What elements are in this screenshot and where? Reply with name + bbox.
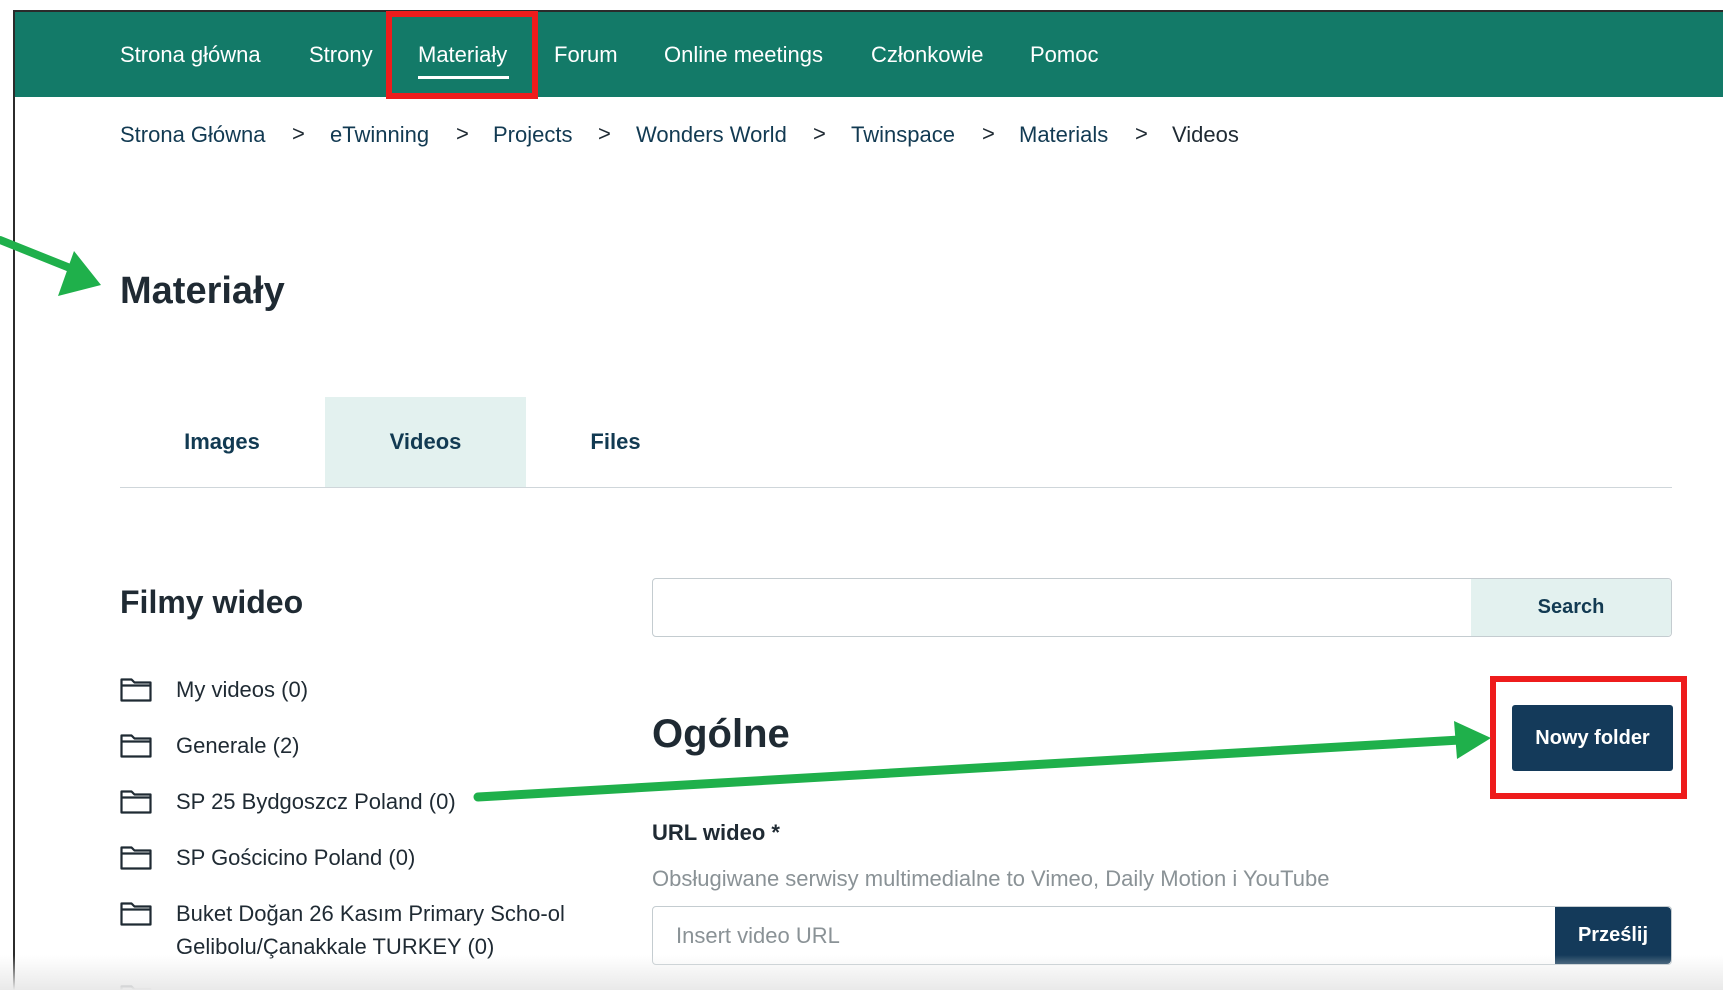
breadcrumb-projects[interactable]: Projects — [493, 122, 572, 148]
folder-label: SP Gościcino Poland (0) — [176, 845, 416, 870]
tab-images[interactable]: Images — [120, 397, 324, 487]
breadcrumb-current-videos: Videos — [1172, 122, 1239, 147]
highlight-box-new-folder — [1490, 676, 1687, 799]
folder-icon — [120, 846, 152, 870]
nav-item-help[interactable]: Pomoc — [1030, 12, 1098, 97]
folder-icon — [120, 678, 152, 702]
folder-icon — [120, 902, 152, 926]
sidebar-title: Filmy wideo — [120, 584, 304, 620]
nav-item-home[interactable]: Strona główna — [120, 12, 261, 97]
folder-icon — [120, 790, 152, 814]
breadcrumb-wonders-world[interactable]: Wonders World — [636, 122, 787, 148]
folder-icon — [120, 734, 152, 758]
breadcrumb-materials[interactable]: Materials — [1019, 122, 1108, 148]
highlight-box-materials-nav — [386, 11, 538, 99]
nav-item-members[interactable]: Członkowie — [871, 12, 984, 97]
video-url-label: URL wideo * — [652, 820, 780, 845]
chevron-right-icon: > — [598, 121, 611, 146]
nav-item-pages[interactable]: Strony — [309, 12, 373, 97]
folder-label: Buket Doğan 26 Kasım Primary Scho-ol Gel… — [176, 901, 565, 959]
section-title: Ogólne — [652, 712, 790, 756]
folder-label: SP 25 Bydgoszcz Poland (0) — [176, 789, 456, 814]
breadcrumb-home[interactable]: Strona Główna — [120, 122, 266, 148]
tab-videos[interactable]: Videos — [325, 397, 526, 487]
chevron-right-icon: > — [813, 121, 826, 146]
chevron-right-icon: > — [292, 121, 305, 146]
top-navigation-bar: Strona główna Strony Materiały Forum Onl… — [15, 12, 1723, 97]
breadcrumb-twinspace[interactable]: Twinspace — [851, 122, 955, 148]
search-button[interactable]: Search — [1471, 579, 1671, 636]
tab-files[interactable]: Files — [527, 397, 704, 487]
bottom-edge-shadow — [0, 955, 1723, 990]
nav-item-forum[interactable]: Forum — [554, 12, 618, 97]
chevron-right-icon: > — [456, 121, 469, 146]
chevron-right-icon: > — [1135, 121, 1148, 146]
video-url-help-text: Obsługiwane serwisy multimedialne to Vim… — [652, 866, 1330, 891]
chevron-right-icon: > — [982, 121, 995, 146]
nav-item-online-meetings[interactable]: Online meetings — [664, 12, 823, 97]
folder-label: Generale (2) — [176, 733, 300, 758]
page-title: Materiały — [120, 270, 285, 312]
tabs-divider — [120, 487, 1672, 488]
breadcrumb-etwinning[interactable]: eTwinning — [330, 122, 429, 148]
folder-label: My videos (0) — [176, 677, 309, 702]
